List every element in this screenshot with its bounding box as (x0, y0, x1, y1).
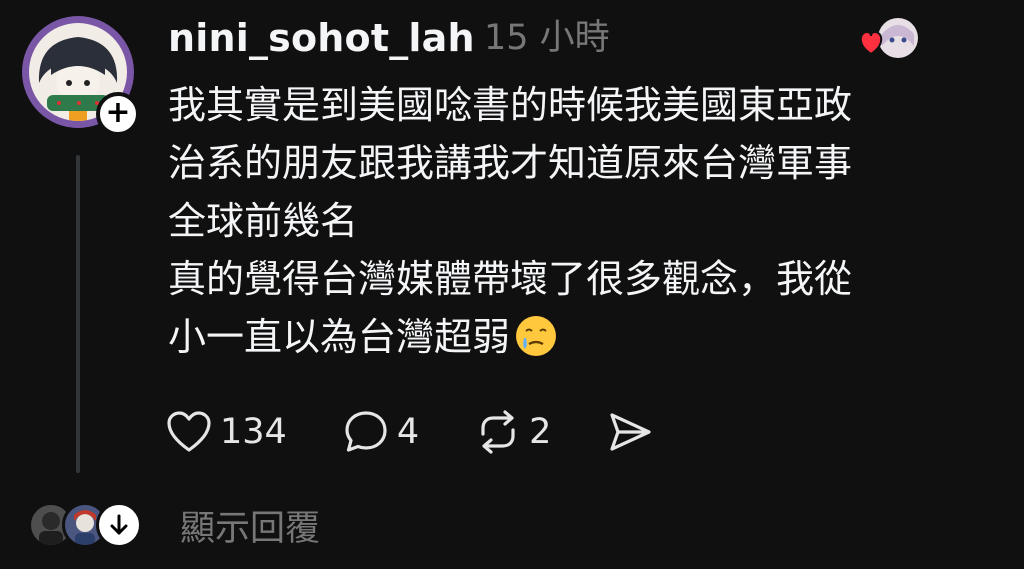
thread-line (76, 155, 80, 473)
plus-icon: + (105, 95, 131, 130)
repost-button[interactable]: 2 (475, 410, 551, 454)
show-replies-link[interactable]: 顯示回覆 (180, 500, 320, 551)
post-paragraph: 我其實是到美國唸書的時候我美國東亞政 治系的朋友跟我講我才知道原來台灣軍事 全球… (168, 83, 853, 243)
post-body: 我其實是到美國唸書的時候我美國東亞政 治系的朋友跟我講我才知道原來台灣軍事 全球… (168, 76, 988, 366)
post-paragraph-text: 真的覺得台灣媒體帶壞了很多觀念，我從 小一直以為台灣超弱 (168, 257, 853, 359)
share-button[interactable] (607, 410, 653, 454)
repost-count: 2 (529, 412, 552, 452)
replies-row[interactable]: 顯示回覆 (28, 500, 320, 550)
arrow-down-icon (110, 514, 128, 535)
comment-count: 4 (396, 412, 420, 452)
action-bar: 134 4 2 (166, 404, 709, 460)
face-holding-back-tears-icon (516, 316, 557, 356)
post-paragraph-last: 真的覺得台灣媒體帶壞了很多觀念，我從 小一直以為台灣超弱 (168, 250, 988, 366)
expand-replies-button[interactable] (96, 502, 142, 548)
timestamp: 15 小時 (484, 18, 610, 58)
repost-icon (481, 410, 515, 454)
speech-bubble-icon (345, 411, 387, 452)
red-heart-icon (859, 30, 883, 56)
heart-outline-icon (167, 411, 211, 452)
like-count: 134 (220, 412, 287, 452)
username[interactable]: nini_sohot_lah (168, 12, 475, 64)
liker-badge[interactable] (858, 16, 920, 62)
send-icon (610, 413, 651, 451)
comment-button[interactable]: 4 (343, 409, 419, 455)
like-button[interactable]: 134 (166, 410, 287, 454)
follow-button[interactable]: + (96, 92, 140, 136)
